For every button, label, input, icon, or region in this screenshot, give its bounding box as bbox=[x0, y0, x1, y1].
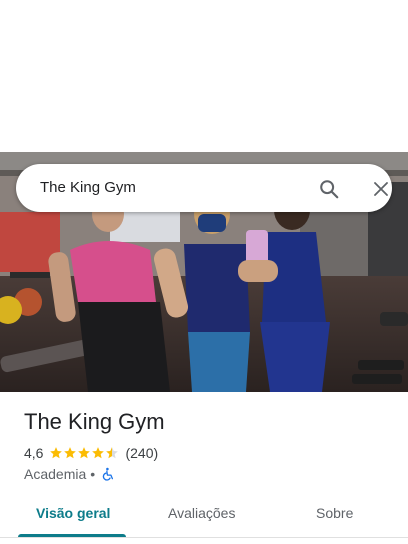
tab-reviews[interactable]: Avaliações bbox=[168, 505, 235, 521]
category-row: Academia • bbox=[24, 465, 115, 483]
search-bar[interactable]: The King Gym bbox=[16, 164, 392, 212]
search-icon[interactable] bbox=[316, 176, 342, 202]
star-icon bbox=[50, 447, 63, 459]
rating-row[interactable]: 4,6 (240) bbox=[24, 444, 158, 462]
star-icon bbox=[92, 447, 105, 459]
category-separator: • bbox=[90, 466, 96, 482]
review-count[interactable]: (240) bbox=[125, 445, 158, 461]
map-area-blank bbox=[0, 0, 408, 152]
rating-stars bbox=[49, 446, 119, 460]
tabs-divider bbox=[0, 537, 408, 538]
category-label: Academia bbox=[24, 466, 87, 482]
star-icon bbox=[64, 447, 77, 459]
place-title: The King Gym bbox=[24, 409, 165, 434]
tab-bar: Visão geral Avaliações Sobre bbox=[0, 496, 408, 544]
rating-value: 4,6 bbox=[24, 445, 44, 461]
search-query-text[interactable]: The King Gym bbox=[40, 179, 136, 196]
wheelchair-icon bbox=[101, 467, 115, 481]
tab-about[interactable]: Sobre bbox=[316, 505, 353, 521]
star-icon bbox=[106, 447, 119, 459]
tab-overview[interactable]: Visão geral bbox=[36, 505, 110, 521]
star-icon bbox=[78, 447, 91, 459]
close-icon[interactable] bbox=[368, 176, 394, 202]
